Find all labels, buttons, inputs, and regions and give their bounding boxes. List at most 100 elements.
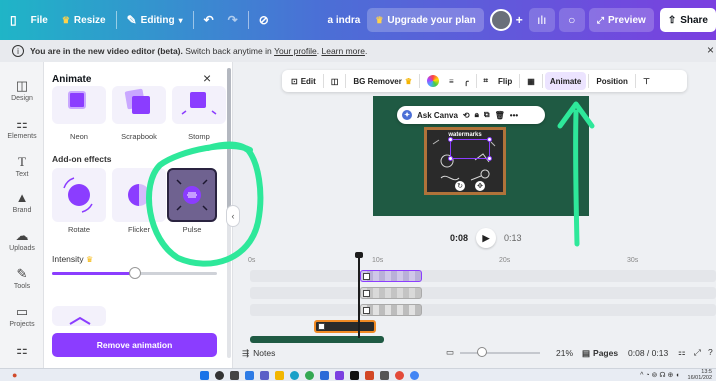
flip-button[interactable]: Flip [493,72,517,90]
comments-button[interactable]: ○ [558,8,585,32]
clock[interactable]: 13:5 16/01/202 [688,369,712,381]
animation-tile-stomp[interactable] [172,86,226,124]
delete-icon[interactable]: 🗑︎ [495,111,505,120]
grid-view-icon[interactable]: ⚏ [678,347,686,358]
zoom-slider[interactable] [460,352,540,354]
task-view-icon[interactable] [230,370,240,380]
timeline-track[interactable] [250,287,716,299]
close-icon[interactable]: × [203,70,211,86]
remove-animation-button[interactable]: Remove animation [52,333,217,357]
store-icon[interactable] [320,370,330,380]
move-handle[interactable]: ✥ [475,181,485,191]
profile-link[interactable]: Your profile [274,46,317,56]
duplicate-icon[interactable]: ⧉ [484,110,490,120]
powerpoint-icon[interactable] [365,370,375,380]
rail-item-brand[interactable]: ▲ Brand [0,190,44,214]
playhead[interactable] [358,254,360,338]
rail-item-tools[interactable]: ✎ Tools [0,266,44,290]
timeline-track[interactable] [250,304,716,316]
transparency-button[interactable]: ▦ [522,72,540,90]
effect-tile-flicker[interactable] [112,168,166,222]
split-button[interactable]: ◫ [326,72,344,90]
avatar[interactable] [489,9,512,31]
notes-button[interactable]: ⇶ Notes [242,348,275,359]
color-button[interactable] [422,72,444,90]
pages-button[interactable]: ▤ Pages [582,348,618,359]
resize-button[interactable]: ♛ Resize [55,8,113,32]
presentation-icon[interactable]: ▭ [446,347,454,358]
app-icon[interactable] [395,370,405,380]
cloud-save-status[interactable]: ⊘ [252,8,276,32]
teams-icon[interactable] [260,370,270,380]
windows-start-icon[interactable] [200,370,210,380]
timeline-clip[interactable] [360,287,422,299]
page-clip[interactable] [250,336,384,343]
file-menu[interactable]: File [24,8,55,32]
replace-icon[interactable]: ⟲ [463,111,470,120]
undo-button[interactable]: ↶ [197,8,221,32]
editing-mode-dropdown[interactable]: ✎ Editing ▾ [120,8,190,32]
help-icon[interactable]: ? [708,347,713,357]
zoom-level[interactable]: 21% [556,348,573,358]
scrollbar-thumb[interactable] [227,68,231,218]
effect-tile-rotate[interactable] [52,168,106,222]
bg-remover-button[interactable]: BG Remover ♛ [348,72,417,90]
animation-tile-partial[interactable] [52,306,106,326]
app-icon[interactable] [335,370,345,380]
add-collaborator-button[interactable]: + [512,8,527,32]
slider-handle[interactable] [128,267,141,279]
timeline-track[interactable] [250,270,716,282]
copy-style-button[interactable]: ⊤ [638,72,655,90]
play-button[interactable]: ▶ [476,228,497,248]
app-icon[interactable] [350,370,360,380]
edge-icon[interactable] [290,370,300,380]
rail-item-text[interactable]: T Text [0,154,44,178]
animation-tile-scrapbook[interactable] [112,86,166,124]
rotate-handle[interactable]: ↻ [455,181,465,191]
corner-rounding-button[interactable]: ╭ [459,72,474,90]
position-button[interactable]: Position [591,72,633,90]
collapse-panel-button[interactable]: ‹ [226,205,240,227]
insights-button[interactable]: ılı [528,8,555,32]
resize-handle[interactable] [487,156,492,161]
system-tray-icons[interactable]: ^ ◔ ⊚ ☊ ⊕ ◖ [640,371,679,379]
redo-button[interactable]: ↷ [221,8,245,32]
upgrade-button[interactable]: ♛ Upgrade your plan [367,8,484,32]
rail-item-projects[interactable]: ▭ Projects [0,304,44,328]
rail-item-design[interactable]: ◫ Design [0,78,44,102]
zoom-handle[interactable] [477,347,487,357]
timeline-ruler[interactable]: 0s 10s 20s 30s [244,255,716,267]
fullscreen-icon[interactable]: ⤢ [694,347,701,358]
effect-tile-pulse[interactable] [167,168,217,222]
chrome-icon[interactable] [410,370,420,380]
menu-button[interactable]: ▯ [0,8,24,32]
animate-button[interactable]: Animate [544,72,587,90]
timeline-clip[interactable] [360,304,422,316]
ask-canva-button[interactable]: Ask Canva [417,111,458,120]
resize-handle[interactable] [448,137,453,142]
share-button[interactable]: ⇧ Share [659,8,716,32]
selected-video-clip[interactable] [314,320,376,333]
selection-box[interactable] [448,137,492,161]
border-style-button[interactable]: ≡ [444,72,459,90]
edit-button[interactable]: ⊡ Edit [286,72,321,90]
animation-tile-neon[interactable] [52,86,106,124]
search-icon[interactable] [215,370,225,380]
preview-button[interactable]: ⤢ Preview [588,8,654,32]
rail-item-uploads[interactable]: ☁ Uploads [0,228,44,252]
resize-handle[interactable] [448,156,453,161]
intensity-slider[interactable] [52,267,217,279]
resize-handle[interactable] [487,137,492,142]
crop-button[interactable]: ⌗ [479,72,494,90]
close-icon[interactable]: × [707,43,714,57]
chrome-icon[interactable] [305,370,315,380]
learn-more-link[interactable]: Learn more [321,46,364,56]
weather-icon[interactable]: ● [12,370,17,380]
rail-item-apps[interactable]: ⚏ [0,342,44,359]
rail-item-elements[interactable]: ⚏ Elements [0,116,44,140]
lock-icon[interactable]: 🔒︎ [475,110,479,120]
timeline-clip[interactable] [360,270,422,282]
app-icon[interactable] [380,370,390,380]
chalkboard-image[interactable]: watermarks [424,127,506,195]
file-explorer-icon[interactable] [275,370,285,380]
